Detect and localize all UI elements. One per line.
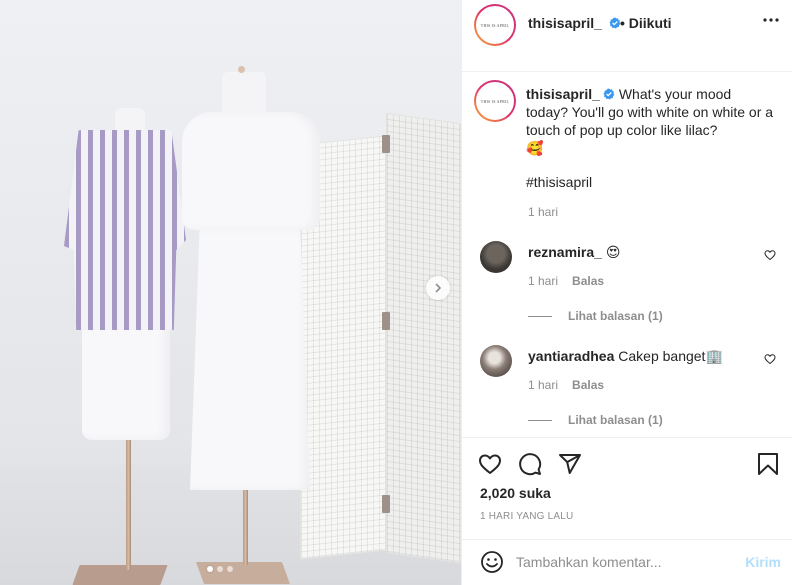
heart-icon[interactable] — [478, 452, 502, 476]
replies-divider — [528, 315, 552, 317]
mannequin-base — [72, 565, 168, 585]
avatar[interactable] — [480, 241, 512, 273]
author-username[interactable]: thisisapril_ — [528, 15, 602, 31]
caption-time: 1 hari — [528, 205, 559, 219]
caption-username[interactable]: thisisapril_ — [526, 86, 600, 102]
add-comment-bar: Kirim — [462, 539, 792, 585]
caption-author-avatar[interactable]: THIS IS APRIL — [474, 80, 516, 122]
post-photo[interactable] — [0, 0, 461, 585]
view-replies-button[interactable]: Lihat balasan (1) — [528, 413, 663, 427]
like-count[interactable]: 2,020 suka — [480, 485, 551, 501]
emoji-icon[interactable] — [480, 550, 504, 574]
next-slide-button[interactable] — [426, 276, 450, 300]
post-header: THIS IS APRIL thisisapril_ • Diikuti — [462, 0, 792, 72]
heart-icon[interactable] — [764, 249, 776, 261]
carousel-dot — [227, 566, 233, 572]
heart-icon[interactable] — [764, 353, 776, 365]
post-caption: thisisapril_ What's your mood today? You… — [526, 85, 776, 157]
comment-input[interactable] — [516, 552, 736, 572]
follow-label: Diikuti — [628, 15, 672, 31]
comment-body: reznamira_ 😍 — [528, 243, 748, 261]
view-replies-label: Lihat balasan (1) — [568, 413, 663, 427]
comment-meta: 1 hari Balas — [528, 378, 604, 392]
carousel-dot — [217, 566, 223, 572]
follow-status[interactable]: • Diikuti — [620, 15, 672, 31]
screen-hinge — [382, 312, 390, 330]
carousel-indicator — [207, 566, 233, 572]
post-side-panel: THIS IS APRIL thisisapril_ • Diikuti THI… — [461, 0, 792, 585]
comment-username[interactable]: reznamira_ — [528, 244, 602, 260]
post-actions: 2,020 suka 1 HARI YANG LALU — [462, 437, 792, 539]
comment-time: 1 hari — [528, 378, 559, 392]
view-replies-label: Lihat balasan (1) — [568, 309, 663, 323]
avatar-logo-text: THIS IS APRIL — [480, 22, 510, 28]
caption-hashtag[interactable]: #thisisapril — [526, 174, 592, 190]
verified-badge-icon — [609, 17, 621, 29]
view-replies-button[interactable]: Lihat balasan (1) — [528, 309, 663, 323]
comment-body: yantiaradhea Cakep banget🏢 — [528, 347, 748, 365]
caption-emoji: 🥰 — [526, 140, 544, 156]
white-wide-pants — [190, 228, 310, 490]
comment-meta: 1 hari Balas — [528, 274, 604, 288]
comment-item: yantiaradhea Cakep banget🏢 1 hari Balas … — [480, 345, 780, 435]
mannequin-pole — [126, 430, 131, 570]
comment-text: 😍 — [605, 244, 621, 260]
comment-item: reznamira_ 😍 1 hari Balas Lihat balasan … — [480, 241, 780, 331]
mannequin-knob — [238, 66, 245, 73]
carousel-dot — [207, 566, 213, 572]
screen-hinge — [382, 495, 390, 513]
author-avatar[interactable]: THIS IS APRIL — [474, 4, 516, 46]
post-comment-button[interactable]: Kirim — [745, 554, 781, 570]
follow-separator: • — [620, 15, 625, 31]
replies-divider — [528, 419, 552, 421]
verified-badge-icon — [603, 88, 615, 100]
bookmark-icon[interactable] — [757, 452, 779, 476]
reply-button[interactable]: Balas — [572, 378, 604, 392]
avatar-logo-text: THIS IS APRIL — [480, 98, 510, 104]
mannequin-neck — [222, 72, 266, 116]
folding-screen-panel — [386, 112, 461, 564]
white-blouse — [182, 112, 320, 230]
post-timestamp: 1 HARI YANG LALU — [480, 511, 574, 522]
screen-hinge — [382, 135, 390, 153]
reply-button[interactable]: Balas — [572, 274, 604, 288]
more-options-icon[interactable] — [763, 17, 779, 23]
striped-shirt — [64, 130, 186, 330]
chevron-right-icon — [435, 283, 441, 293]
comment-username[interactable]: yantiaradhea — [528, 348, 614, 364]
comment-time: 1 hari — [528, 274, 559, 288]
comment-text: Cakep banget🏢 — [618, 348, 723, 364]
avatar[interactable] — [480, 345, 512, 377]
comment-icon[interactable] — [518, 452, 542, 476]
share-icon[interactable] — [558, 452, 582, 476]
